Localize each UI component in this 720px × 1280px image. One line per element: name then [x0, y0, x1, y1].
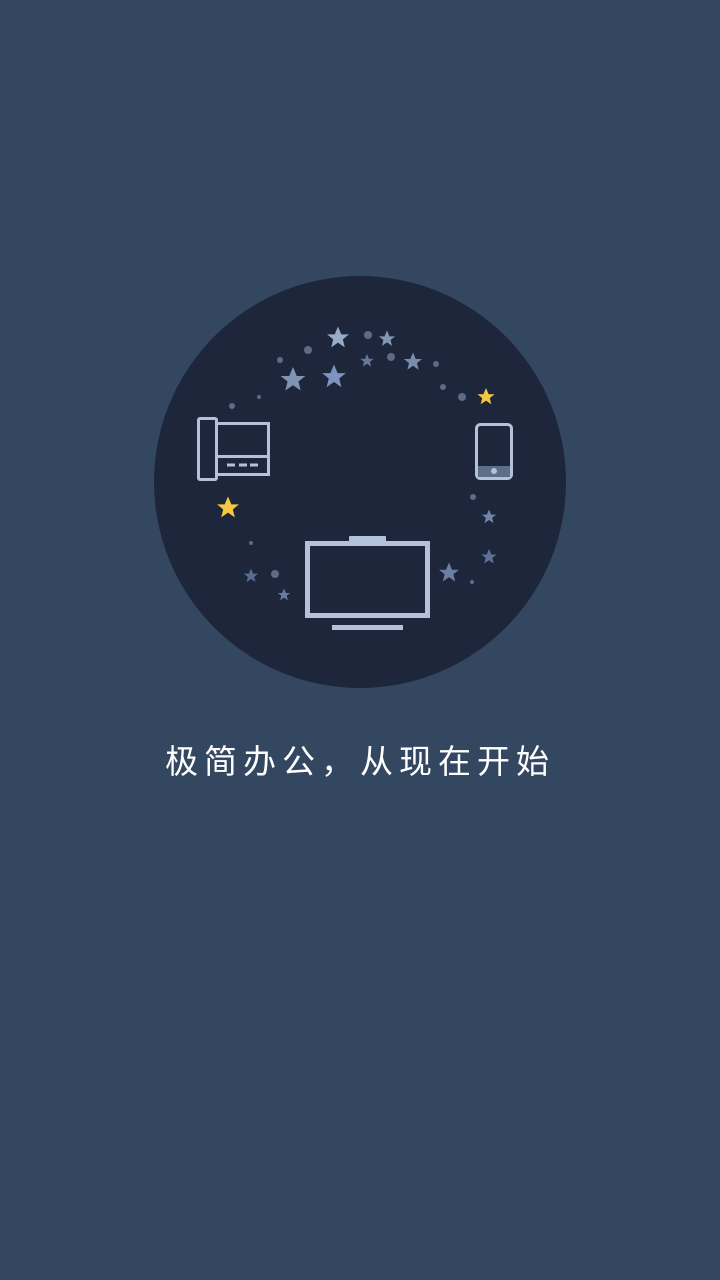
star-icon	[277, 588, 291, 601]
star-icon	[481, 549, 497, 564]
tagline-text: 极简办公，从现在开始	[165, 742, 555, 781]
star-icon	[217, 496, 239, 518]
star-icon	[280, 367, 306, 391]
star-arc	[217, 326, 497, 601]
star-icon	[360, 354, 374, 367]
hero-illustration	[154, 276, 566, 688]
monitor-icon	[305, 536, 430, 630]
smartphone-icon	[475, 423, 513, 480]
star-icon	[322, 364, 346, 388]
star-icon	[477, 388, 495, 405]
star-icon	[243, 568, 259, 583]
splash-screen: 极简办公，从现在开始	[0, 0, 720, 1280]
star-icon	[378, 330, 396, 346]
star-icon	[327, 326, 349, 348]
star-icon	[481, 509, 497, 524]
star-icon	[439, 562, 459, 582]
desk-phone-icon	[197, 417, 270, 481]
star-icon	[403, 352, 423, 370]
